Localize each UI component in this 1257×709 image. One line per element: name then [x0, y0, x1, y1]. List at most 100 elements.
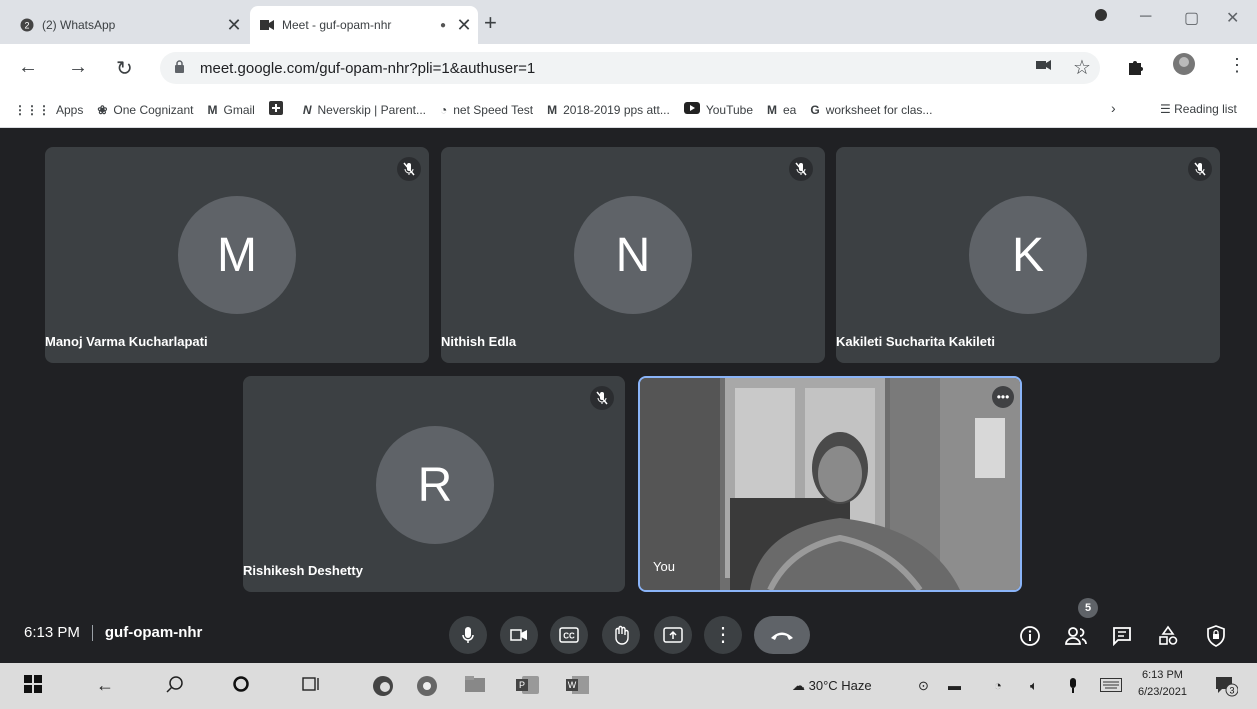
bookmarks-bar: ⋮⋮⋮ Apps ❀ One Cognizant M Gmail N Never… [0, 92, 1257, 128]
chat-button[interactable] [1108, 622, 1136, 650]
camera-indicator-icon[interactable] [1036, 58, 1052, 76]
weather-widget[interactable]: ☁ 30°C Haze [792, 678, 872, 694]
star-bookmark-icon[interactable]: ☆ [1073, 55, 1091, 80]
chat-icon [1113, 627, 1131, 646]
forward-arrow-icon[interactable]: → [68, 56, 88, 79]
apps-grid-icon: ⋮⋮⋮ [14, 102, 50, 117]
volume-icon[interactable]: 🔈︎ [1030, 678, 1038, 694]
tab-meet[interactable]: Meet - guf-opam-nhr ● ✕ [250, 6, 478, 44]
participant-name-text: Rishikesh Deshetty [243, 563, 363, 578]
bookmark-label: One Cognizant [113, 102, 194, 117]
bookmark-speed-test[interactable]: ◔ net Speed Test [440, 103, 533, 117]
raise-hand-button[interactable] [602, 616, 640, 654]
windows-start-icon[interactable] [24, 675, 42, 698]
window-close-icon[interactable]: ✕ [1226, 8, 1239, 28]
self-video-feed [640, 378, 1020, 590]
whatsapp-notification-icon: 2 [20, 18, 34, 32]
bookmark-label: worksheet for clas... [825, 102, 933, 117]
edge-browser-icon[interactable] [372, 675, 394, 702]
tab-whatsapp[interactable]: 2 (2) WhatsApp ✕ [20, 6, 248, 44]
participant-tile[interactable]: N Nithish Edla [441, 147, 825, 363]
battery-icon[interactable]: ▬ [948, 678, 961, 693]
clock-date: 6/23/2021 [1138, 686, 1187, 698]
minimize-icon[interactable]: ─ [1140, 8, 1151, 26]
bookmark-worksheet[interactable]: G worksheet for clas... [810, 103, 932, 117]
more-options-button[interactable]: ⋮ [704, 616, 742, 654]
gmail-icon: M [547, 102, 558, 117]
notifications-icon[interactable]: 3 [1214, 675, 1239, 700]
chrome-browser-icon[interactable] [416, 675, 438, 702]
bookmark-plus[interactable] [268, 101, 289, 118]
chrome-menu-icon[interactable]: ⋮ [1228, 55, 1246, 76]
search-icon[interactable] [166, 675, 184, 698]
bookmark-gmail[interactable]: M Gmail [207, 103, 254, 117]
mic-off-icon [590, 386, 614, 410]
reading-list-button[interactable]: ☰ Reading list [1160, 102, 1237, 116]
camera-button[interactable] [500, 616, 538, 654]
weather-icon: ☁ [792, 678, 805, 693]
bookmark-ea[interactable]: M ea [767, 103, 796, 117]
extensions-puzzle-icon[interactable] [1126, 58, 1144, 81]
neverskip-icon: N [302, 102, 312, 117]
browser-tab-strip: 2 (2) WhatsApp ✕ Meet - guf-opam-nhr ● ✕… [0, 0, 1257, 44]
svg-text:2: 2 [24, 21, 29, 31]
system-clock[interactable]: 6:13 PM 6/23/2021 [1138, 667, 1187, 701]
profile-avatar[interactable] [1172, 52, 1196, 81]
bookmark-label: YouTube [705, 102, 753, 117]
present-screen-button[interactable] [654, 616, 692, 654]
cortana-icon[interactable] [232, 675, 250, 698]
reload-icon[interactable]: ↻ [116, 56, 133, 81]
maximize-icon[interactable]: ▢ [1184, 8, 1199, 28]
back-arrow-icon[interactable]: ← [96, 675, 114, 696]
meeting-info-button[interactable] [1016, 622, 1044, 650]
cognizant-icon: ❀ [97, 102, 108, 117]
participant-name: Manoj Varma Kucharlapati [45, 334, 208, 349]
close-icon[interactable]: ✕ [454, 15, 474, 36]
chevron-right-icon[interactable]: › [1111, 100, 1116, 116]
google-icon: G [810, 102, 820, 117]
file-explorer-icon[interactable] [464, 675, 486, 698]
keyboard-icon[interactable] [1100, 678, 1122, 695]
people-button[interactable] [1062, 622, 1090, 650]
participant-tile[interactable]: R Rishikesh Deshetty [243, 376, 625, 592]
microphone-in-use-icon[interactable] [1068, 678, 1078, 697]
url-text: meet.google.com/guf-opam-nhr?pli=1&authu… [200, 59, 536, 77]
gmail-icon: M [207, 102, 218, 117]
new-tab-button[interactable]: + [484, 10, 497, 36]
tab-title: Meet - guf-opam-nhr [282, 18, 392, 32]
powerpoint-icon[interactable]: P [516, 675, 540, 700]
participant-tile[interactable]: M Manoj Varma Kucharlapati [45, 147, 429, 363]
bookmark-label: ea [783, 102, 797, 117]
gmail-icon: M [767, 102, 777, 117]
bookmark-label: net Speed Test [453, 102, 534, 117]
meet-indicator-icon[interactable]: ⊙ [918, 678, 929, 694]
microphone-icon [462, 627, 474, 643]
address-bar[interactable]: meet.google.com/guf-opam-nhr?pli=1&authu… [160, 52, 1100, 84]
leave-call-button[interactable] [754, 616, 810, 654]
more-vert-icon: ⋮ [713, 624, 733, 646]
bookmark-apps[interactable]: ⋮⋮⋮ Apps [14, 103, 83, 117]
bookmark-neverskip[interactable]: N Neverskip | Parent... [303, 103, 426, 117]
microphone-button[interactable] [449, 616, 487, 654]
close-icon[interactable]: ✕ [224, 15, 244, 36]
meet-control-bar: 6:13 PM guf-opam-nhr CC ⋮ [0, 606, 1257, 663]
word-icon[interactable]: W [566, 675, 590, 700]
activities-button[interactable] [1154, 622, 1182, 650]
bookmark-youtube[interactable]: YouTube [683, 102, 753, 117]
avatar: K [969, 196, 1087, 314]
gauge-icon: ◔ [440, 102, 448, 117]
profile-dot-icon[interactable] [1094, 8, 1108, 27]
bookmark-one-cognizant[interactable]: ❀ One Cognizant [97, 103, 193, 117]
wifi-icon[interactable]: ◔ [994, 678, 1002, 693]
host-controls-button[interactable] [1202, 622, 1230, 650]
captions-button[interactable]: CC [550, 616, 588, 654]
back-arrow-icon[interactable]: ← [18, 56, 38, 79]
mic-off-icon [1188, 157, 1212, 181]
task-view-icon[interactable] [302, 675, 320, 698]
windows-taskbar: ← P W ☁ 30°C Haze ⊙ ▬ ◔ 🔈︎ 6:13 PM 6/23/… [0, 663, 1257, 709]
bookmark-pps[interactable]: M 2018-2019 pps att... [547, 103, 670, 117]
clock-time: 6:13 PM [1141, 669, 1183, 681]
more-options-icon[interactable]: ••• [992, 386, 1014, 408]
self-video-tile[interactable]: ••• You [638, 376, 1022, 592]
participant-tile[interactable]: K Kakileti Sucharita Kakileti [836, 147, 1220, 363]
